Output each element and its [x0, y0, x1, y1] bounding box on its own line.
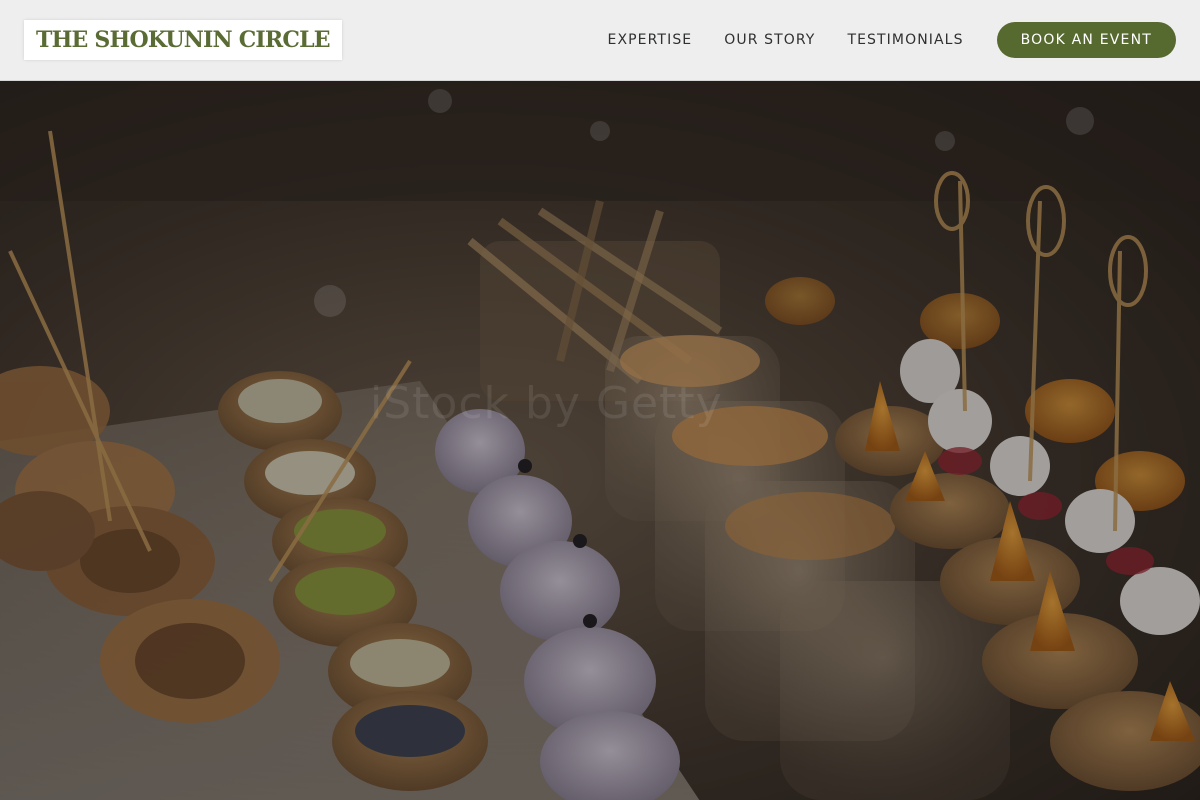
nav-link-our-story[interactable]: OUR STORY	[724, 32, 815, 48]
nav-link-testimonials[interactable]: TESTIMONIALS	[847, 32, 963, 48]
site-logo[interactable]: THE SHOKUNIN CIRCLE	[24, 20, 342, 60]
site-logo-text: THE SHOKUNIN CIRCLE	[36, 27, 331, 53]
main-nav: EXPERTISE OUR STORY TESTIMONIALS BOOK AN…	[608, 22, 1176, 58]
book-event-button[interactable]: BOOK AN EVENT	[996, 22, 1176, 58]
nav-link-expertise[interactable]: EXPERTISE	[608, 32, 693, 48]
site-header: THE SHOKUNIN CIRCLE EXPERTISE OUR STORY …	[0, 0, 1200, 81]
hero-section: iStock by Getty	[0, 81, 1200, 800]
hero-dark-overlay	[0, 81, 1200, 800]
hero-watermark: iStock by Getty	[370, 378, 723, 429]
